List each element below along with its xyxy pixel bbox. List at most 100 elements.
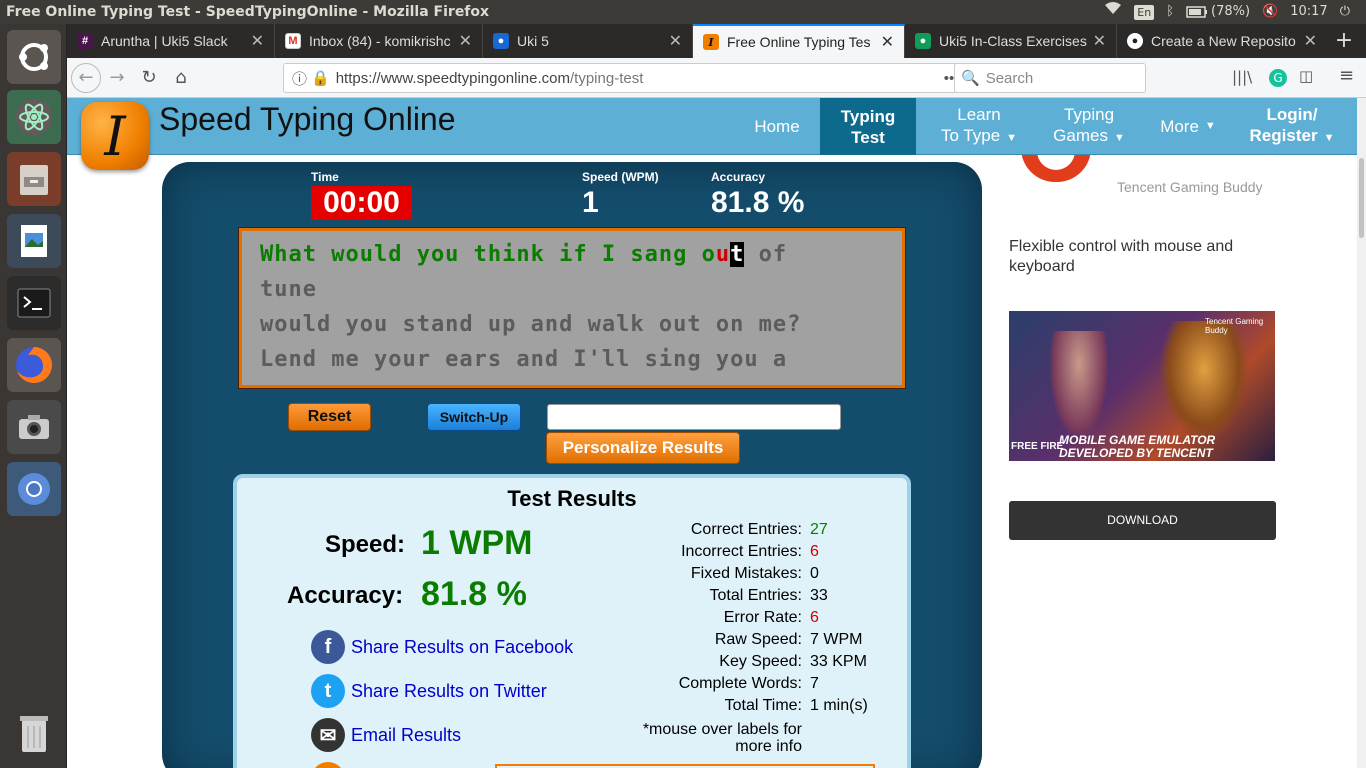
- back-icon[interactable]: ←: [71, 62, 101, 93]
- search-icon: 🔍: [961, 70, 980, 87]
- scrollbar-thumb[interactable]: [1359, 158, 1364, 238]
- menu-icon[interactable]: ≡: [1339, 65, 1354, 86]
- classroom-icon: ●: [493, 33, 509, 49]
- trash-icon[interactable]: [7, 706, 61, 760]
- atom-editor-icon[interactable]: [7, 90, 61, 144]
- chevron-down-icon: ▼: [1006, 132, 1018, 144]
- file-manager-icon[interactable]: [7, 152, 61, 206]
- power-icon[interactable]: ⏻: [1340, 0, 1350, 24]
- nav-learn-to-type[interactable]: Learn To Type ▼: [931, 98, 1027, 155]
- stat-label[interactable]: Key Speed:: [597, 653, 802, 671]
- note-line-2: more info: [735, 738, 802, 755]
- page-scrollbar[interactable]: [1357, 98, 1366, 768]
- reload-icon[interactable]: ↻: [133, 62, 165, 94]
- close-icon[interactable]: ✕: [669, 31, 682, 51]
- speed-result-value: 1 WPM: [421, 524, 533, 562]
- stat-label[interactable]: Incorrect Entries:: [597, 543, 802, 561]
- reset-button[interactable]: Reset: [288, 403, 371, 431]
- accuracy-label: Accuracy: [711, 170, 766, 184]
- typing-input[interactable]: [547, 404, 841, 430]
- url-bar[interactable]: ⓘ 🔒 https://www.speedtypingonline.com /t…: [283, 63, 1015, 93]
- browser-navbar: ← → ↻ ⌂ ⓘ 🔒 https://www.speedtypingonlin…: [67, 58, 1366, 98]
- banner-line-2: DEVELOPED BY TENCENT: [1059, 446, 1213, 460]
- system-tray: En ᛒ (78%) 🔇 10:17 ⏻: [1104, 0, 1366, 24]
- tab-label: Create a New Reposito: [1151, 33, 1296, 49]
- nav-typing-test[interactable]: Typing Test: [820, 98, 916, 155]
- keyboard-layout-indicator[interactable]: En: [1134, 4, 1155, 20]
- wifi-icon[interactable]: [1104, 0, 1122, 24]
- tab-typing-test[interactable]: I Free Online Typing Tes ✕: [693, 24, 905, 58]
- page-content: Fire on PC Tencent Gaming Buddy Flexible…: [67, 98, 1366, 768]
- accuracy-result-label[interactable]: Accuracy:: [287, 582, 403, 610]
- stat-label[interactable]: Total Time:: [597, 697, 802, 715]
- grammarly-icon[interactable]: G: [1269, 69, 1287, 87]
- nav-typing-games[interactable]: Typing Games ▼: [1047, 98, 1131, 155]
- image-viewer-icon[interactable]: [7, 214, 61, 268]
- switch-up-button[interactable]: Switch-Up: [427, 403, 521, 431]
- tab-github[interactable]: ● Create a New Reposito ✕: [1117, 24, 1327, 58]
- stat-label[interactable]: Correct Entries:: [597, 521, 802, 539]
- results-title: Test Results: [507, 486, 637, 511]
- stat-label[interactable]: Raw Speed:: [597, 631, 802, 649]
- search-input[interactable]: 🔍 Search: [954, 63, 1146, 93]
- stat-label[interactable]: Total Entries:: [597, 587, 802, 605]
- sidebar-icon[interactable]: ◫: [1299, 67, 1313, 85]
- stat-label[interactable]: Error Rate:: [597, 609, 802, 627]
- typing-text-area[interactable]: What would you think if I sang out of tu…: [238, 227, 906, 389]
- banner-line-1: MOBILE GAME EMULATOR: [1059, 433, 1216, 447]
- email-results-link[interactable]: ✉ Email Results: [311, 718, 461, 752]
- share-facebook-link[interactable]: f Share Results on Facebook: [311, 630, 573, 664]
- tab-label: Free Online Typing Tes: [727, 34, 871, 50]
- close-icon[interactable]: ✕: [459, 31, 472, 51]
- close-icon[interactable]: ✕: [881, 32, 894, 52]
- bluetooth-icon[interactable]: ᛒ: [1166, 0, 1174, 24]
- site-logo-icon[interactable]: I: [81, 102, 149, 170]
- camera-app-icon[interactable]: [7, 400, 61, 454]
- volume-muted-icon[interactable]: 🔇: [1262, 0, 1278, 24]
- twitter-icon: t: [311, 674, 345, 708]
- nav-learn-line1: Learn: [957, 105, 1001, 124]
- clock[interactable]: 10:17: [1290, 0, 1327, 24]
- terminal-icon[interactable]: [7, 276, 61, 330]
- firefox-icon[interactable]: [7, 338, 61, 392]
- window-titlebar: Free Online Typing Test - SpeedTypingOnl…: [0, 0, 1366, 24]
- nav-more[interactable]: More ▼: [1152, 98, 1224, 155]
- ubuntu-dash-icon[interactable]: [7, 30, 61, 84]
- ad-column: Fire on PC Tencent Gaming Buddy Flexible…: [999, 98, 1319, 768]
- stat-value: 7 WPM: [810, 631, 863, 648]
- personalize-results-button[interactable]: Personalize Results: [546, 432, 740, 464]
- library-icon[interactable]: |||\: [1232, 68, 1252, 86]
- tab-slack[interactable]: # Aruntha | Uki5 Slack ✕: [67, 24, 275, 58]
- tab-classroom[interactable]: ● Uki 5 ✕: [483, 24, 693, 58]
- character-right-image: [1159, 321, 1249, 441]
- ad-download-button[interactable]: DOWNLOAD: [1009, 501, 1276, 540]
- close-icon[interactable]: ✕: [251, 31, 264, 51]
- nav-games-line1: Typing: [1063, 105, 1115, 124]
- forward-icon[interactable]: →: [101, 62, 133, 94]
- info-icon[interactable]: ⓘ: [292, 68, 307, 89]
- share-twitter-link[interactable]: t Share Results on Twitter: [311, 674, 547, 708]
- ad-description: Flexible control with mouse and keyboard: [1009, 238, 1234, 275]
- stat-label[interactable]: Fixed Mistakes:: [597, 565, 802, 583]
- speed-result-label[interactable]: Speed:: [325, 531, 405, 559]
- speed-label: Speed (WPM): [582, 170, 659, 184]
- more-share-icon[interactable]: [311, 762, 345, 768]
- close-icon[interactable]: ✕: [1304, 31, 1317, 51]
- battery-indicator[interactable]: (78%): [1186, 0, 1250, 24]
- tab-classroom-exercises[interactable]: ● Uki5 In-Class Exercises ✕: [905, 24, 1117, 58]
- site-logo-text[interactable]: Speed Typing Online: [159, 101, 456, 138]
- site-header: I Speed Typing Online Home Typing Test Le…: [67, 98, 1357, 170]
- stat-label[interactable]: Complete Words:: [597, 675, 802, 693]
- new-tab-button[interactable]: +: [1327, 24, 1361, 58]
- tab-gmail[interactable]: M Inbox (84) - komikrishc ✕: [275, 24, 483, 58]
- nav-login-register[interactable]: Login/Register ▼: [1245, 98, 1339, 155]
- home-icon[interactable]: ⌂: [165, 62, 197, 94]
- close-icon[interactable]: ✕: [1093, 31, 1106, 51]
- chromium-icon[interactable]: [7, 462, 61, 516]
- ad-banner-image[interactable]: Tencent Gaming Buddy FREE FIRE MOBILE GA…: [1009, 311, 1275, 461]
- nav-login-line1: Login/: [1266, 105, 1318, 124]
- text-line-3: would you stand up and walk out on me?: [260, 312, 802, 337]
- lock-icon[interactable]: 🔒: [311, 69, 330, 87]
- nav-home-label: Home: [754, 117, 800, 136]
- nav-home[interactable]: Home: [742, 98, 812, 155]
